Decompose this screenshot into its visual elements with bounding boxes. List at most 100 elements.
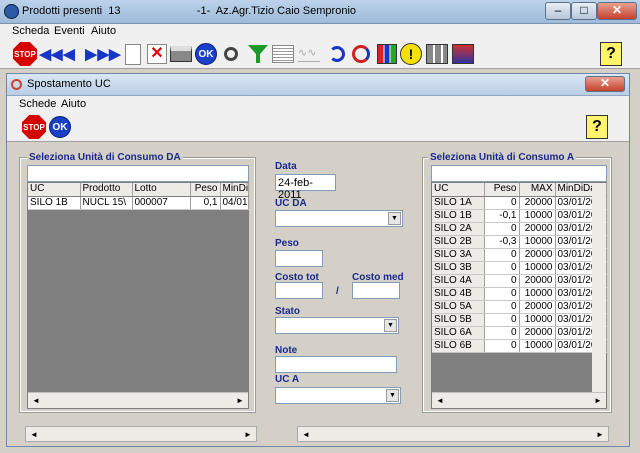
chart-button[interactable]: ∿∿: [296, 41, 322, 67]
right-grid[interactable]: UC Peso MAX MinDiData SILO 1A 0 20000 03/01…: [431, 182, 607, 409]
refresh-button[interactable]: [348, 41, 374, 67]
bottom-right-scrollbar[interactable]: ◄ ►: [297, 426, 609, 442]
inner-close-button[interactable]: ✕: [585, 76, 625, 92]
table-row[interactable]: SILO 2A 0 20000 03/01/201: [432, 222, 607, 236]
new-button[interactable]: [120, 41, 146, 67]
tools-button[interactable]: [450, 41, 476, 67]
menu-inner-aiuto[interactable]: Aiuto: [61, 98, 86, 110]
alert-button[interactable]: !: [398, 41, 424, 67]
dropdown-arrow-icon[interactable]: ▼: [388, 212, 401, 225]
bars-button[interactable]: [374, 41, 400, 67]
right-horizontal-scrollbar[interactable]: ◄ ►: [432, 392, 606, 408]
left-search-input[interactable]: [27, 165, 249, 182]
scroll-right-icon[interactable]: ►: [592, 427, 608, 442]
data-field[interactable]: 24-feb-2011: [275, 174, 336, 201]
right-table: UC Peso MAX MinDiData SILO 1A 0 20000 03/01…: [432, 183, 607, 353]
cell: -0,1: [484, 209, 520, 223]
cell: 20000: [519, 326, 556, 340]
dropdown-arrow-icon[interactable]: ▼: [384, 319, 397, 332]
scroll-right-icon[interactable]: ►: [590, 393, 606, 408]
column-header[interactable]: Peso: [190, 183, 221, 197]
scroll-left-icon[interactable]: ◄: [298, 427, 314, 442]
list-button[interactable]: [270, 41, 296, 67]
cell: 10000: [519, 287, 556, 301]
list-icon: [272, 45, 294, 63]
table-row[interactable]: SILO 6A 0 20000 03/01/201: [432, 326, 607, 340]
table-row[interactable]: SILO 1B NUCL 15\ 000007 0,1 04/01: [28, 196, 249, 210]
table-row[interactable]: SILO 1B -0,1 10000 03/01/201: [432, 209, 607, 223]
table-row[interactable]: SILO 4B 0 10000 03/01/201: [432, 287, 607, 301]
inner-stop-button[interactable]: STOP: [21, 114, 47, 140]
minimize-button[interactable]: –: [545, 2, 571, 20]
scroll-left-icon[interactable]: ◄: [432, 393, 448, 408]
column-header[interactable]: Peso: [484, 183, 520, 197]
right-vertical-scrollbar[interactable]: [592, 183, 606, 392]
scroll-left-icon[interactable]: ◄: [28, 393, 44, 408]
cell: SILO 5B: [432, 313, 485, 327]
column-header[interactable]: UC: [432, 183, 485, 197]
dropdown-arrow-icon[interactable]: ▼: [386, 389, 399, 402]
left-horizontal-scrollbar[interactable]: ◄ ►: [28, 392, 248, 408]
close-button[interactable]: ✕: [597, 2, 637, 20]
undo-button[interactable]: [324, 41, 350, 67]
cell: -0,3: [484, 235, 520, 249]
help-icon: ?: [600, 42, 622, 66]
inner-help-button[interactable]: ?: [584, 114, 610, 140]
stop-icon: STOP: [22, 115, 46, 139]
cell: 0: [484, 261, 520, 275]
scroll-right-icon[interactable]: ►: [240, 427, 256, 442]
table-row[interactable]: SILO 5A 0 20000 03/01/201: [432, 300, 607, 314]
right-search-input[interactable]: [431, 165, 607, 182]
menu-eventi[interactable]: Eventi: [54, 25, 85, 37]
stop-button[interactable]: STOP: [12, 41, 38, 67]
scroll-right-icon[interactable]: ►: [232, 393, 248, 408]
uc-a-select[interactable]: ▼: [275, 387, 401, 404]
uc-da-select[interactable]: ▼: [275, 210, 403, 227]
layout-button[interactable]: [424, 41, 450, 67]
scroll-left-icon[interactable]: ◄: [26, 427, 42, 442]
chart-icon: ∿∿: [298, 46, 320, 62]
menu-schede[interactable]: Schede: [19, 98, 56, 110]
prev-icon: ◀: [63, 46, 75, 63]
cell: SILO 4A: [432, 274, 485, 288]
costo-tot-field[interactable]: [275, 282, 323, 299]
search-button[interactable]: [218, 41, 244, 67]
table-row[interactable]: SILO 6B 0 10000 03/01/201: [432, 339, 607, 353]
stato-label: Stato: [275, 306, 300, 317]
maximize-button[interactable]: □: [571, 2, 597, 20]
cell: 000007: [132, 196, 191, 210]
inner-ok-button[interactable]: OK: [47, 114, 73, 140]
cell: 04/01: [220, 196, 249, 210]
costo-med-field[interactable]: [352, 282, 400, 299]
peso-field[interactable]: [275, 250, 323, 267]
bottom-left-scrollbar[interactable]: ◄ ►: [25, 426, 257, 442]
column-header[interactable]: Lotto: [132, 183, 191, 197]
layout-icon: [426, 44, 448, 64]
cell: 10000: [519, 313, 556, 327]
print-button[interactable]: [168, 41, 194, 67]
stato-select[interactable]: ▼: [275, 317, 399, 334]
last-record-button[interactable]: ▶▶: [96, 41, 122, 67]
outer-window-title: Prodotti presenti 13 -1- Az.Agr.Tizio Ca…: [22, 5, 357, 17]
column-header[interactable]: UC: [28, 183, 81, 197]
table-row[interactable]: SILO 5B 0 10000 03/01/201: [432, 313, 607, 327]
menu-scheda[interactable]: Scheda: [12, 25, 49, 37]
left-grid[interactable]: UC Prodotto Lotto Peso MinDi SILO 1B NUC…: [27, 182, 249, 409]
table-row[interactable]: SILO 4A 0 20000 03/01/201: [432, 274, 607, 288]
table-header: UC Prodotto Lotto Peso MinDi: [28, 183, 249, 197]
table-row[interactable]: SILO 3A 0 20000 03/01/201: [432, 248, 607, 262]
ok-button[interactable]: OK: [193, 41, 219, 67]
cell: 20000: [519, 274, 556, 288]
column-header[interactable]: MinDi: [220, 183, 249, 197]
column-header[interactable]: MAX: [519, 183, 556, 197]
menu-aiuto[interactable]: Aiuto: [91, 25, 116, 37]
table-row[interactable]: SILO 1A 0 20000 03/01/201: [432, 196, 607, 210]
column-header[interactable]: Prodotto: [80, 183, 133, 197]
delete-button[interactable]: ✕: [144, 41, 170, 67]
note-field[interactable]: [275, 356, 397, 373]
filter-button[interactable]: [245, 41, 271, 67]
table-row[interactable]: SILO 3B 0 10000 03/01/201: [432, 261, 607, 275]
help-button[interactable]: ?: [598, 41, 624, 67]
table-row[interactable]: SILO 2B -0,3 10000 03/01/201: [432, 235, 607, 249]
table-header: UC Peso MAX MinDiData: [432, 183, 607, 197]
